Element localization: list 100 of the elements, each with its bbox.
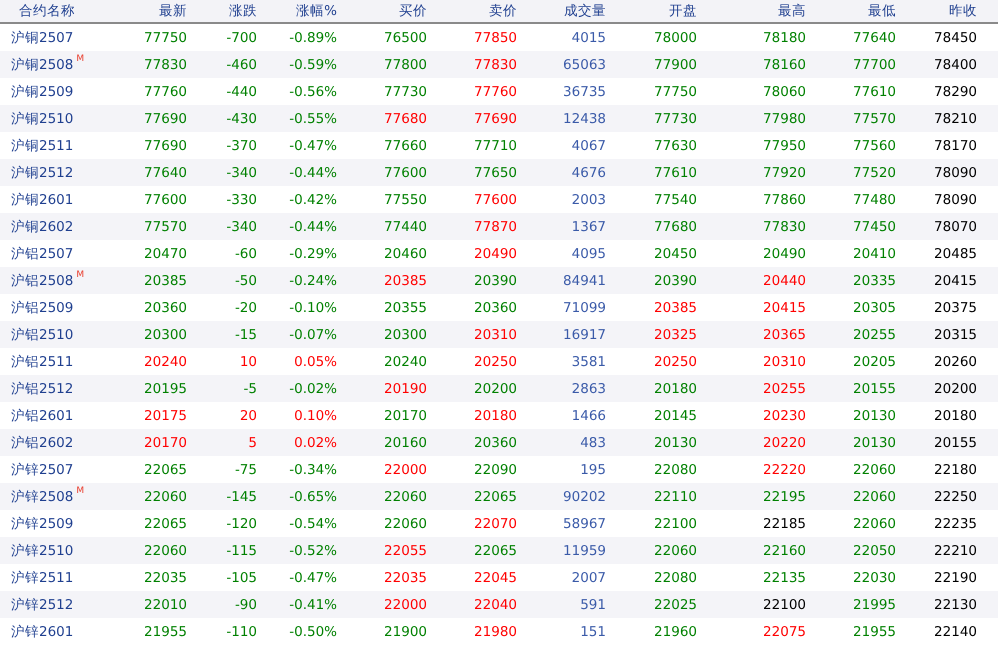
table-cell: -330	[226, 192, 257, 208]
column-header[interactable]: 涨幅%	[296, 2, 337, 20]
table-cell: 20180	[934, 408, 977, 424]
table-cell: -370	[226, 138, 257, 154]
table-cell: -0.47%	[289, 138, 337, 154]
table-cell: 22030	[853, 570, 896, 586]
table-cell: 77690	[474, 110, 517, 126]
table-cell: 22210	[934, 542, 977, 558]
table-cell: 22250	[934, 488, 977, 504]
column-header[interactable]: 开盘	[669, 2, 697, 20]
table-cell: 77640	[144, 164, 187, 180]
contract-name: 沪铜2512	[11, 164, 74, 182]
table-cell: 20240	[384, 354, 427, 370]
column-header[interactable]: 卖价	[489, 2, 517, 20]
table-cell: 36735	[563, 84, 606, 100]
table-cell: -340	[226, 164, 257, 180]
table-cell: 77750	[144, 30, 187, 46]
contract-name: 沪铝2511	[11, 352, 74, 370]
table-cell: 20250	[474, 354, 517, 370]
table-cell: 77870	[474, 218, 517, 234]
table-cell: -0.47%	[289, 570, 337, 586]
table-cell: 77950	[763, 138, 806, 154]
table-cell: 20300	[384, 326, 427, 342]
table-cell: 20310	[474, 326, 517, 342]
table-cell: -0.41%	[289, 596, 337, 612]
table-cell: 77540	[654, 192, 697, 208]
table-cell: 77860	[763, 192, 806, 208]
column-header[interactable]: 买价	[399, 2, 427, 20]
table-cell: 4015	[572, 30, 606, 46]
table-cell: 20390	[474, 272, 517, 288]
column-header[interactable]: 昨收	[949, 2, 977, 20]
contract-name: 沪铝2508	[11, 272, 74, 290]
table-cell: 20255	[853, 326, 896, 342]
table-cell: -0.89%	[289, 30, 337, 46]
table-cell: 20360	[144, 300, 187, 316]
table-cell: 77600	[384, 164, 427, 180]
contract-name: 沪铝2510	[11, 326, 74, 344]
table-cell: 77520	[853, 164, 896, 180]
table-cell: 21995	[853, 596, 896, 612]
contract-name: 沪铝2507	[11, 244, 74, 262]
table-cell: 71099	[563, 300, 606, 316]
contract-name: 沪锌2601	[11, 622, 74, 640]
table-cell: 77980	[763, 110, 806, 126]
table-cell: 20360	[474, 300, 517, 316]
table-cell: 22195	[763, 488, 806, 504]
column-header[interactable]: 成交量	[564, 2, 606, 20]
table-cell: 77610	[853, 84, 896, 100]
table-cell: -440	[226, 84, 257, 100]
table-cell: 77690	[144, 138, 187, 154]
column-header[interactable]: 最新	[159, 2, 187, 20]
table-cell: 22140	[934, 624, 977, 640]
table-cell: 22000	[384, 462, 427, 478]
table-cell: 22065	[474, 542, 517, 558]
column-header[interactable]: 最低	[868, 2, 896, 20]
column-header[interactable]: 合约名称	[0, 2, 75, 20]
table-cell: 77800	[384, 56, 427, 72]
table-cell: -90	[234, 596, 257, 612]
table-cell: 22075	[763, 624, 806, 640]
table-cell: -0.42%	[289, 192, 337, 208]
table-cell: 77600	[474, 192, 517, 208]
table-cell: 20410	[853, 246, 896, 262]
main-contract-label: M	[76, 54, 84, 64]
table-cell: 77650	[474, 164, 517, 180]
table-cell: 20160	[384, 434, 427, 450]
table-cell: -700	[226, 30, 257, 46]
table-cell: 77560	[853, 138, 896, 154]
table-cell: 20155	[853, 380, 896, 396]
table-cell: 20220	[763, 434, 806, 450]
table-cell: 151	[580, 624, 606, 640]
table-cell: 22070	[474, 516, 517, 532]
table-cell: 78160	[763, 56, 806, 72]
contract-name: 沪铝2512	[11, 380, 74, 398]
table-cell: 20195	[144, 380, 187, 396]
table-cell: 20415	[934, 272, 977, 288]
table-cell: 0.02%	[294, 434, 337, 450]
table-cell: 78090	[934, 164, 977, 180]
table-cell: -15	[234, 326, 257, 342]
table-cell: 20200	[934, 380, 977, 396]
table-cell: 20365	[763, 326, 806, 342]
table-cell: 22055	[384, 542, 427, 558]
table-cell: 22190	[934, 570, 977, 586]
table-cell: 20130	[654, 434, 697, 450]
table-cell: -0.34%	[289, 462, 337, 478]
table-cell: 11959	[563, 542, 606, 558]
table-cell: 22065	[144, 462, 187, 478]
table-cell: -0.44%	[289, 218, 337, 234]
table-cell: 22045	[474, 570, 517, 586]
column-header[interactable]: 涨跌	[229, 2, 257, 20]
table-cell: 76500	[384, 30, 427, 46]
table-cell: 21980	[474, 624, 517, 640]
column-header[interactable]: 最高	[778, 2, 806, 20]
table-cell: 22050	[853, 542, 896, 558]
table-cell: 20155	[934, 434, 977, 450]
table-cell: 20230	[763, 408, 806, 424]
table-cell: 22090	[474, 462, 517, 478]
table-cell: 77830	[474, 56, 517, 72]
table-cell: 16917	[563, 326, 606, 342]
contract-name: 沪铜2507	[11, 28, 74, 46]
table-cell: 77690	[144, 110, 187, 126]
contract-name: 沪铜2509	[11, 82, 74, 100]
